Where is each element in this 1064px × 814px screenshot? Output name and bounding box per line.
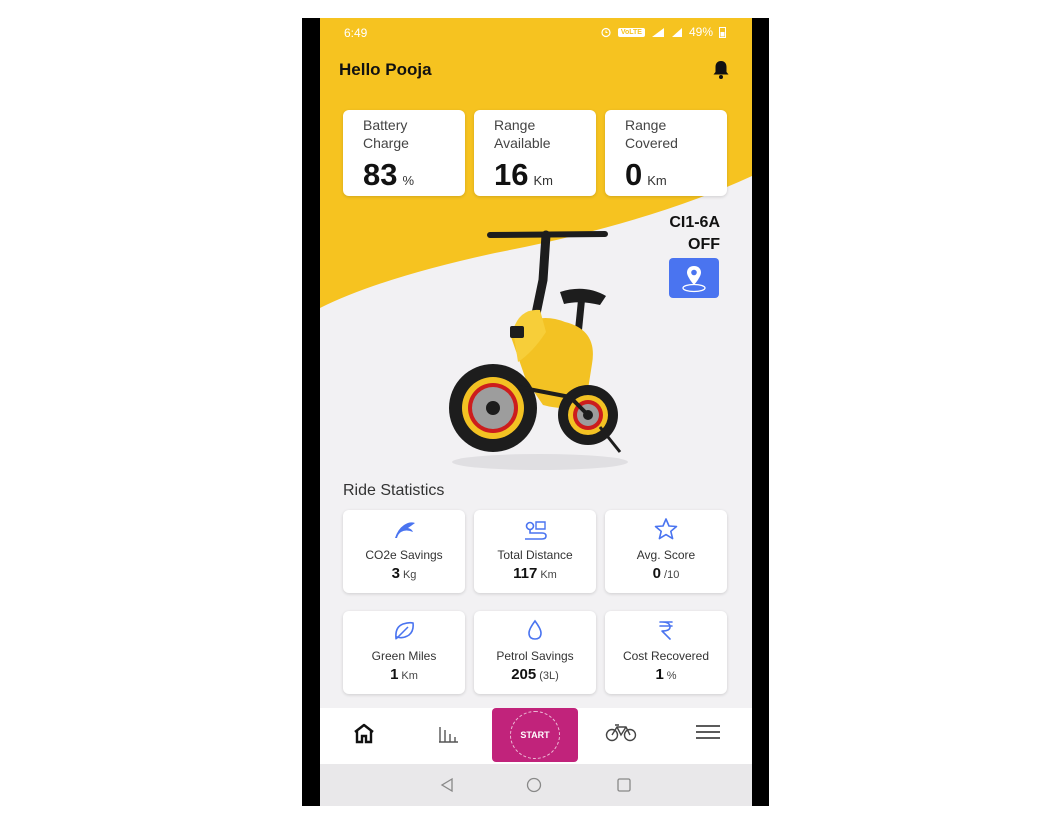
stat-unit: Km xyxy=(533,173,553,188)
route-icon xyxy=(525,521,547,540)
ride-stat-number: 0 xyxy=(652,565,662,582)
alarm-icon xyxy=(601,27,611,38)
phone-screen: 6:49 VoLTE 49% Hello Pooja Battery Charg… xyxy=(320,18,752,806)
start-label: START xyxy=(520,730,550,740)
co2e-savings-card[interactable]: CO2e Savings 3 Kg xyxy=(343,510,465,593)
stat-value: 0 Km xyxy=(625,157,667,193)
ride-stat-value: 0/10 xyxy=(605,565,727,582)
drop-icon xyxy=(528,619,542,640)
rupee-icon xyxy=(659,621,673,640)
system-home-icon[interactable] xyxy=(526,777,542,793)
cost-recovered-card[interactable]: Cost Recovered 1% xyxy=(605,611,727,694)
avg-score-card[interactable]: Avg. Score 0/10 xyxy=(605,510,727,593)
stat-value: 83 % xyxy=(363,157,414,193)
status-time: 6:49 xyxy=(344,26,368,40)
bicycle-icon[interactable] xyxy=(605,722,637,742)
battery-charge-card[interactable]: Battery Charge 83 % xyxy=(343,110,465,196)
greeting-title: Hello Pooja xyxy=(339,60,432,79)
start-ring: START xyxy=(510,711,560,759)
home-icon[interactable] xyxy=(352,722,376,744)
range-covered-card[interactable]: Range Covered 0 Km xyxy=(605,110,727,196)
statistics-icon[interactable] xyxy=(436,722,460,744)
ride-stat-unit: Kg xyxy=(402,569,417,581)
stat-unit: % xyxy=(402,173,415,188)
petrol-savings-card[interactable]: Petrol Savings 205 (3L) xyxy=(474,611,596,694)
star-icon xyxy=(654,518,678,540)
system-nav-bar xyxy=(320,764,752,806)
battery-icon xyxy=(719,27,726,38)
stat-label: Range Covered xyxy=(625,117,678,151)
stat-unit: Km xyxy=(647,173,667,188)
device-status: OFF xyxy=(688,236,720,253)
ride-stat-label: CO2e Savings xyxy=(365,548,443,562)
ride-stat-unit: (3L) xyxy=(539,670,559,682)
ride-stat-label: Green Miles xyxy=(371,649,437,663)
ride-stat-number: 1 xyxy=(390,666,399,683)
ride-stat-unit: % xyxy=(666,670,677,682)
ride-stat-unit: Km xyxy=(540,569,557,581)
notification-bell-icon[interactable] xyxy=(711,58,731,80)
network-badge: VoLTE xyxy=(617,27,645,37)
ride-stat-number: 117 xyxy=(513,565,538,582)
battery-percent: 49% xyxy=(688,25,713,39)
green-miles-card[interactable]: Green Miles 1 Km xyxy=(343,611,465,694)
device-frame-right xyxy=(752,18,769,806)
device-frame-left xyxy=(302,18,320,806)
menu-icon[interactable] xyxy=(695,722,721,742)
leaf-curl-icon xyxy=(395,522,415,538)
status-icons: VoLTE 49% xyxy=(600,25,726,39)
wifi-signal-icon xyxy=(651,27,664,37)
ride-stat-unit: /10 xyxy=(664,569,680,581)
ride-stat-value: 205 (3L) xyxy=(474,666,596,683)
ride-stat-label: Petrol Savings xyxy=(496,649,574,663)
stat-label: Battery Charge xyxy=(363,117,409,151)
status-bar: 6:49 VoLTE 49% xyxy=(320,18,752,46)
stat-number: 83 xyxy=(363,157,398,192)
ride-stat-value: 117 Km xyxy=(474,565,596,582)
bottom-nav: START xyxy=(320,708,752,764)
stat-label: Range Available xyxy=(494,117,551,151)
stat-number: 0 xyxy=(625,157,643,192)
scooter-image xyxy=(449,230,628,470)
ride-stat-unit: Km xyxy=(401,670,418,682)
ride-stat-number: 205 xyxy=(511,666,537,683)
ride-statistics-title: Ride Statistics xyxy=(343,482,445,499)
leaf-icon xyxy=(395,621,414,640)
cell-signal-icon xyxy=(671,27,682,37)
stat-number: 16 xyxy=(494,157,529,192)
stat-value: 16 Km xyxy=(494,157,553,193)
start-ride-button[interactable]: START xyxy=(492,708,578,762)
ride-stat-value: 3 Kg xyxy=(343,565,465,582)
ride-stat-number: 3 xyxy=(391,565,400,582)
ride-stat-label: Avg. Score xyxy=(636,548,696,562)
system-back-icon[interactable] xyxy=(440,777,454,793)
ride-stat-number: 1 xyxy=(655,666,664,683)
ride-stat-label: Cost Recovered xyxy=(622,649,710,663)
ride-stat-value: 1 Km xyxy=(343,666,465,683)
ride-stat-label: Total Distance xyxy=(497,548,573,562)
total-distance-card[interactable]: Total Distance 117 Km xyxy=(474,510,596,593)
ride-stat-value: 1% xyxy=(605,666,727,683)
location-pin-icon xyxy=(682,266,706,293)
system-recents-icon[interactable] xyxy=(616,777,632,793)
locate-vehicle-button[interactable] xyxy=(669,258,719,298)
device-id: CI1-6A xyxy=(669,214,720,231)
range-available-card[interactable]: Range Available 16 Km xyxy=(474,110,596,196)
